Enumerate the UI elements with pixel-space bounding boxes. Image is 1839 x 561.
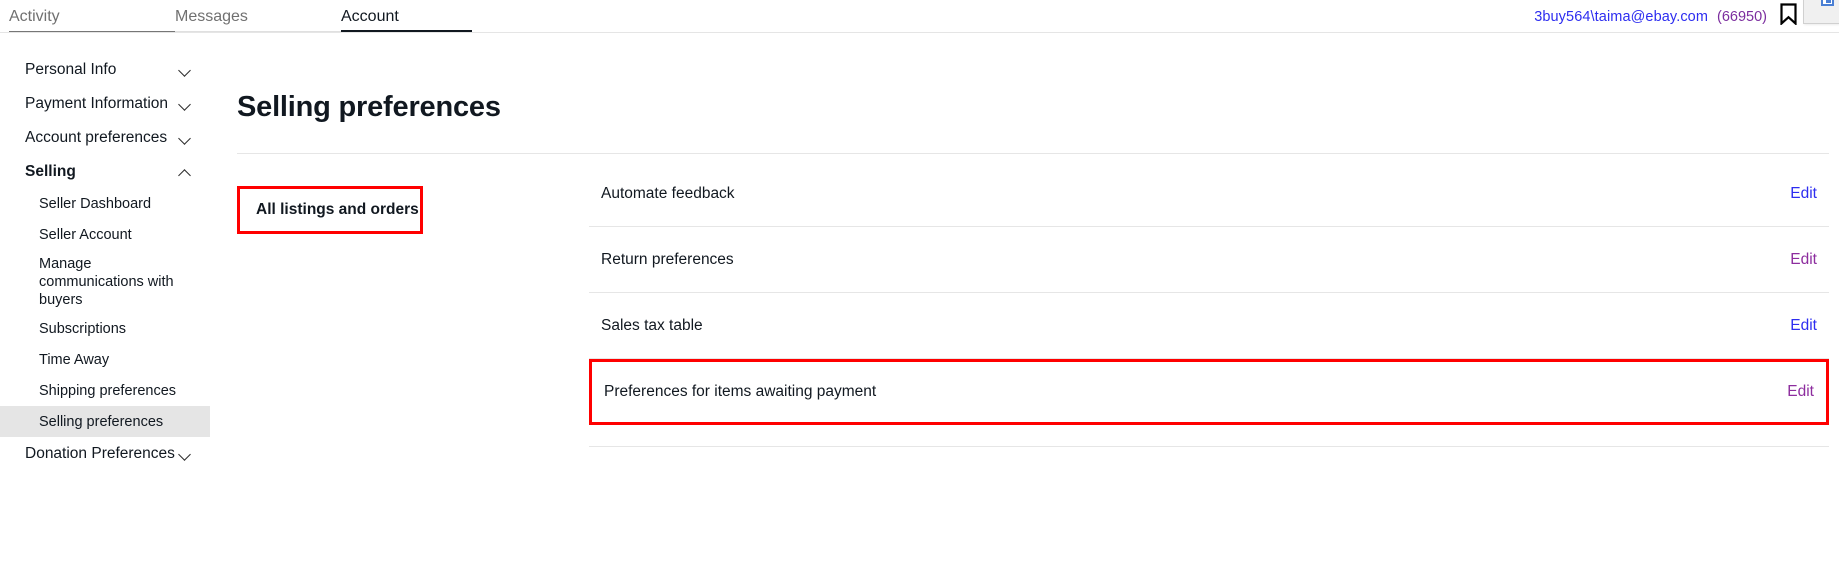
sidebar-group-selling-label: Selling: [25, 163, 76, 180]
title-divider: [237, 153, 1829, 154]
main-content: Selling preferences All listings and ord…: [210, 33, 1839, 561]
sidebar-item-selling-preferences[interactable]: Selling preferences: [0, 406, 210, 438]
tab-activity-label: Activity: [9, 7, 60, 25]
sidebar-item-selling-preferences-label: Selling preferences: [39, 413, 164, 430]
preference-row-items-awaiting-payment: Preferences for items awaiting payment E…: [589, 359, 1829, 425]
chevron-up-icon: [179, 166, 192, 179]
account-tabs: Activity Messages Account: [0, 0, 481, 33]
preference-row-sales-tax-table: Sales tax table Edit: [589, 293, 1829, 359]
sidebar-group-personal-info-label: Personal Info: [25, 61, 117, 78]
edit-link-items-awaiting-payment[interactable]: Edit: [1787, 383, 1814, 401]
edit-link-return-preferences[interactable]: Edit: [1790, 251, 1817, 269]
section-heading-all-listings-and-orders: All listings and orders: [237, 186, 423, 234]
preference-row-label: Return preferences: [601, 250, 734, 268]
chevron-down-icon: [179, 64, 192, 77]
sidebar-item-seller-dashboard[interactable]: Seller Dashboard: [0, 189, 210, 220]
window-restore-icon: [1821, 0, 1834, 6]
preference-row-label: Sales tax table: [601, 316, 703, 334]
page-title: Selling preferences: [237, 91, 501, 123]
tab-messages[interactable]: Messages: [175, 0, 341, 33]
sidebar-item-shipping-preferences-label: Shipping preferences: [39, 382, 177, 399]
preference-row-label: Automate feedback: [601, 184, 735, 202]
sidebar-group-account-preferences-label: Account preferences: [25, 129, 168, 146]
top-navigation-bar: Activity Messages Account 3buy564\taima@…: [0, 0, 1839, 33]
sidebar-item-time-away-label: Time Away: [39, 351, 110, 368]
tab-activity[interactable]: Activity: [0, 0, 175, 33]
sidebar-group-account-preferences[interactable]: Account preferences: [0, 121, 210, 155]
account-sidebar: Personal Info Payment Information Accoun…: [0, 33, 210, 561]
account-identity-area: 3buy564\taima@ebay.com (66950): [1534, 0, 1797, 33]
sidebar-group-payment-information-label: Payment Information: [25, 95, 169, 112]
account-count-label[interactable]: (66950): [1717, 9, 1767, 25]
preference-row-return-preferences: Return preferences Edit: [589, 227, 1829, 293]
sidebar-item-seller-account-label: Seller Account: [39, 227, 132, 244]
tab-messages-label: Messages: [175, 7, 248, 25]
sidebar-group-payment-information[interactable]: Payment Information: [0, 87, 210, 121]
chevron-down-icon: [179, 448, 192, 461]
chevron-down-icon: [179, 132, 192, 145]
sidebar-item-manage-communications-with-buyers[interactable]: Manage communications with buyers: [0, 251, 210, 313]
tab-account-label: Account: [341, 7, 399, 25]
selling-preferences-section: All listings and orders Automate feedbac…: [226, 161, 1839, 447]
page-body: Personal Info Payment Information Accoun…: [0, 33, 1839, 561]
preference-row-label: Preferences for items awaiting payment: [604, 383, 877, 400]
sidebar-item-time-away[interactable]: Time Away: [0, 344, 210, 375]
sidebar-group-donation-preferences[interactable]: Donation Preferences: [0, 437, 210, 471]
sidebar-item-seller-dashboard-label: Seller Dashboard: [39, 196, 152, 213]
tab-account[interactable]: Account: [341, 0, 481, 33]
preference-row-partial-next: [589, 425, 1829, 447]
preference-rows: Automate feedback Edit Return preference…: [589, 161, 1839, 447]
sidebar-group-donation-preferences-label: Donation Preferences: [25, 445, 175, 463]
sidebar-group-personal-info[interactable]: Personal Info: [0, 53, 210, 87]
account-email-label[interactable]: 3buy564\taima@ebay.com: [1534, 9, 1708, 25]
sidebar-item-shipping-preferences[interactable]: Shipping preferences: [0, 375, 210, 406]
preference-row-automate-feedback: Automate feedback Edit: [589, 161, 1829, 227]
sidebar-item-subscriptions[interactable]: Subscriptions: [0, 313, 210, 344]
browser-corner-panel[interactable]: [1803, 0, 1839, 24]
sidebar-group-selling[interactable]: Selling: [0, 155, 210, 189]
section-heading-cell: All listings and orders: [237, 161, 589, 447]
sidebar-item-seller-account[interactable]: Seller Account: [0, 220, 210, 251]
sidebar-item-subscriptions-label: Subscriptions: [39, 320, 127, 337]
sidebar-item-manage-communications-label: Manage communications with buyers: [39, 256, 174, 309]
bookmark-icon[interactable]: [1780, 3, 1797, 30]
edit-link-automate-feedback[interactable]: Edit: [1790, 185, 1817, 203]
chevron-down-icon: [179, 98, 192, 111]
edit-link-sales-tax-table[interactable]: Edit: [1790, 317, 1817, 335]
